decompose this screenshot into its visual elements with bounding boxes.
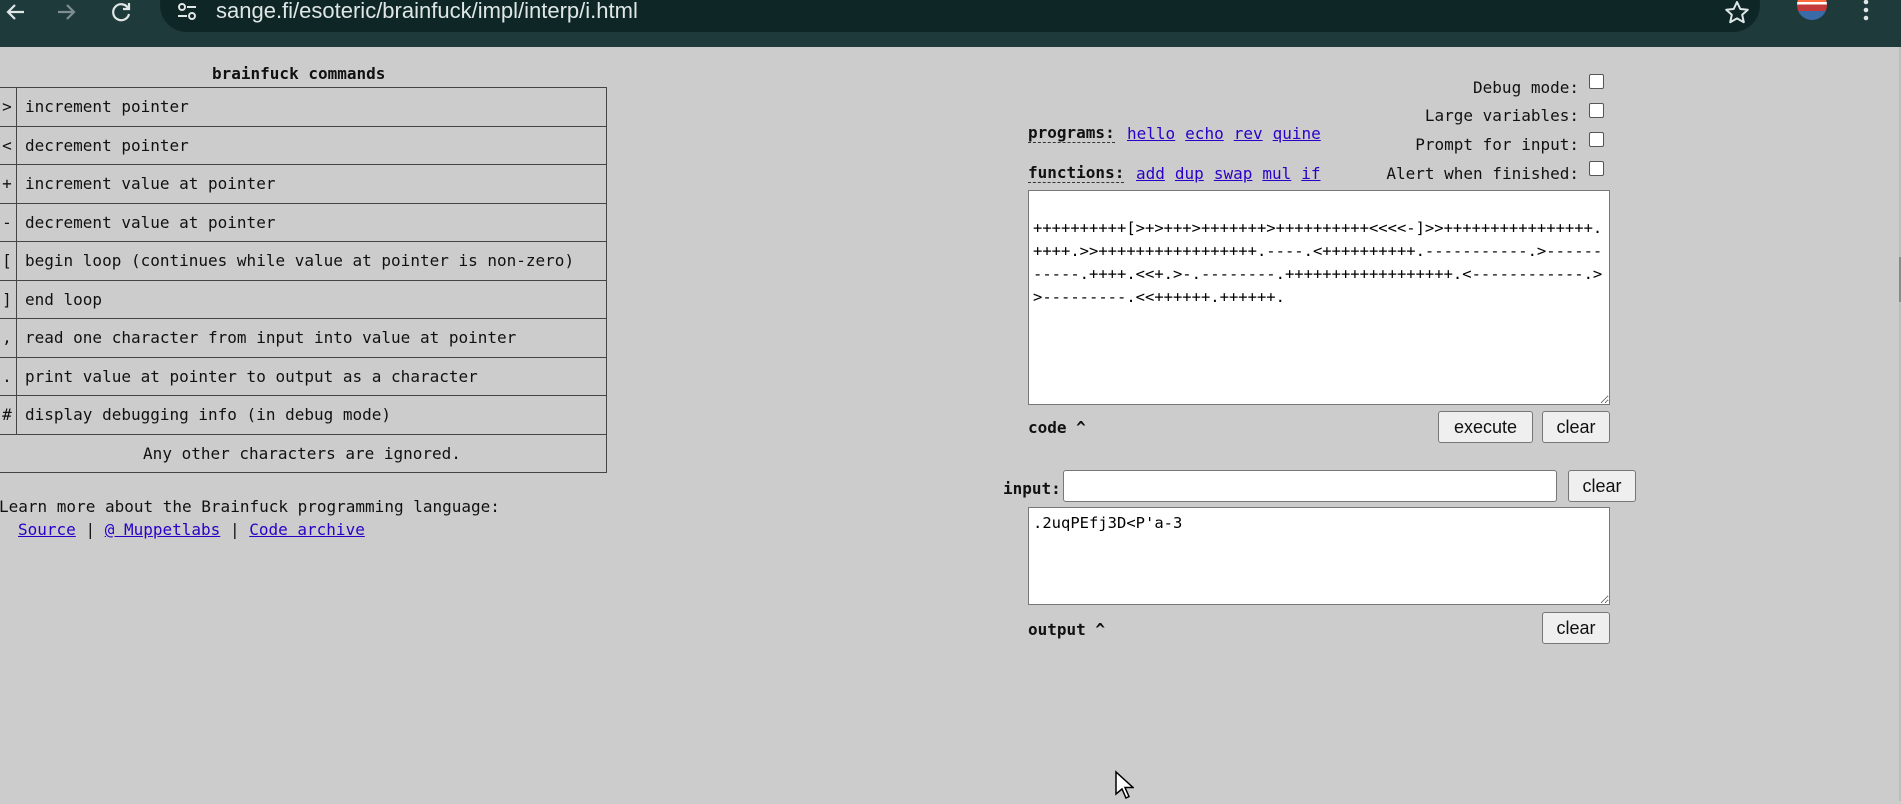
output-clear-button[interactable]: clear [1542,612,1610,644]
programs-links: hello echo rev quine [1127,124,1331,143]
command-row: < decrement pointer [0,125,607,165]
url-text[interactable]: sange.fi/esoteric/brainfuck/impl/interp/… [216,0,638,24]
program-hello-link[interactable]: hello [1127,124,1175,143]
output-label[interactable]: output ^ [1028,620,1105,639]
function-dup-link[interactable]: dup [1175,164,1204,183]
code-clear-button[interactable]: clear [1542,411,1610,443]
command-symbol: [ [0,241,17,281]
code-label[interactable]: code ^ [1028,418,1086,437]
function-add-link[interactable]: add [1136,164,1165,183]
functions-links: add dup swap mul if [1136,164,1331,183]
command-row: > increment pointer [0,87,607,127]
reload-icon[interactable] [110,2,138,22]
program-quine-link[interactable]: quine [1273,124,1321,143]
command-description: end loop [16,279,607,319]
command-symbol: ] [0,279,17,319]
command-row: + increment value at pointer [0,164,607,204]
command-description: increment pointer [16,87,607,127]
command-row: - decrement value at pointer [0,202,607,242]
command-symbol: . [0,356,17,396]
command-row: , read one character from input into valu… [0,318,607,358]
command-description: print value at pointer to output as a ch… [16,356,607,396]
learn-more-links: Source | @ Muppetlabs | Code archive [18,520,365,539]
commands-footer: Any other characters are ignored. [0,433,607,473]
prompt-for-input-checkbox[interactable] [1589,132,1604,147]
command-symbol: + [0,164,17,204]
command-row: [begin loop (continues while value at po… [0,241,607,281]
large-variables-label: Large variables: [1424,106,1579,125]
command-symbol: > [0,87,17,127]
tune-icon[interactable] [176,2,198,22]
command-description: decrement pointer [16,125,607,165]
commands-title: brainfuck commands [212,64,386,83]
command-row: # display debugging info (in debug mode) [0,395,607,435]
command-symbol: , [0,318,17,358]
command-symbol: # [0,395,17,435]
command-description: begin loop (continues while value at poi… [16,241,607,281]
command-symbol: - [0,202,17,242]
link-separator: | [229,520,240,539]
avatar[interactable] [1797,0,1827,20]
command-description: increment value at pointer [16,164,607,204]
debug-mode-checkbox[interactable] [1589,74,1604,89]
function-mul-link[interactable]: mul [1262,164,1291,183]
muppetlabs-link[interactable]: @ Muppetlabs [105,520,221,539]
functions-label: functions: [1028,163,1125,183]
code-archive-link[interactable]: Code archive [249,520,365,539]
output-textarea[interactable]: .2uqPEfj3D<P'a-3 [1028,507,1610,605]
command-description: read one character from input into value… [16,318,607,358]
command-description: decrement value at pointer [16,202,607,242]
back-arrow-icon[interactable] [4,2,32,22]
input-clear-button[interactable]: clear [1568,470,1636,502]
command-description: display debugging info (in debug mode) [16,395,607,435]
large-variables-checkbox[interactable] [1589,103,1604,118]
command-row: ] end loop [0,279,607,319]
link-separator: | [85,520,96,539]
kebab-menu-icon[interactable] [1858,0,1874,24]
input-field[interactable] [1063,470,1557,502]
alert-when-finished-label: Alert when finished: [1386,164,1579,183]
prompt-for-input-label: Prompt for input: [1415,135,1579,154]
learn-more-text: Learn more about the Brainfuck programmi… [0,497,500,516]
command-row: . print value at pointer to output as a c… [0,356,607,396]
input-label: input: [1003,479,1061,498]
source-link[interactable]: Source [18,520,76,539]
commands-table: > increment pointer < decrement pointer + inc… [0,87,607,473]
mouse-cursor-icon [1114,770,1135,800]
program-rev-link[interactable]: rev [1234,124,1263,143]
forward-arrow-icon[interactable] [54,2,82,22]
program-echo-link[interactable]: echo [1185,124,1224,143]
browser-toolbar: sange.fi/esoteric/brainfuck/impl/interp/… [0,0,1901,47]
programs-label: programs: [1028,123,1115,143]
command-symbol: < [0,125,17,165]
alert-when-finished-checkbox[interactable] [1589,161,1604,176]
debug-mode-label: Debug mode: [1473,78,1579,97]
function-if-link[interactable]: if [1301,164,1320,183]
execute-button[interactable]: execute [1438,411,1533,443]
star-icon[interactable] [1724,0,1750,24]
function-swap-link[interactable]: swap [1214,164,1253,183]
code-textarea[interactable]: ++++++++++[>+>+++>+++++++>++++++++++<<<<… [1028,190,1610,405]
